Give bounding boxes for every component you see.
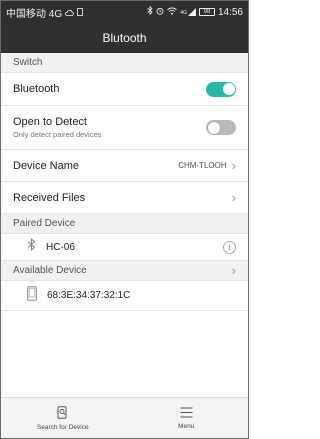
bluetooth-icon <box>27 237 36 256</box>
info-icon[interactable]: i <box>223 240 236 254</box>
paired-device-name: HC-06 <box>46 241 75 253</box>
received-files-row[interactable]: Received Files › <box>1 182 248 214</box>
available-device-name: 68:3E:34:37:32:1C <box>47 290 131 301</box>
section-header-switch: Switch <box>1 53 248 73</box>
open-to-detect-toggle[interactable] <box>206 120 236 135</box>
section-label: Switch <box>13 57 43 68</box>
open-to-detect-row[interactable]: Open to Detect Only detect paired device… <box>1 106 248 150</box>
available-device-row[interactable]: 68:3E:34:37:32:1C <box>1 281 248 311</box>
search-device-icon <box>57 405 68 421</box>
section-header-available[interactable]: Available Device › <box>1 261 248 281</box>
title-bar: Blutooth <box>1 23 248 53</box>
network-type-label: 4G <box>180 10 187 16</box>
search-for-device-label: Search for Device <box>36 423 89 431</box>
phone-icon <box>27 285 37 306</box>
battery-level: 98 <box>203 9 211 15</box>
bluetooth-label: Bluetooth <box>13 83 60 95</box>
wifi-icon <box>167 7 178 18</box>
alarm-icon <box>156 7 164 18</box>
sim-icon <box>77 8 84 16</box>
chevron-right-icon: › <box>231 190 236 205</box>
search-for-device-button[interactable]: Search for Device <box>1 398 125 438</box>
status-bar: 中国移动 4G 4G 98 14:56 <box>1 1 248 23</box>
section-header-paired: Paired Device <box>1 214 248 234</box>
clock: 14:56 <box>217 6 243 18</box>
bluetooth-toggle[interactable] <box>206 81 236 97</box>
toggle-knob <box>222 83 235 95</box>
bluetooth-row[interactable]: Bluetooth <box>1 73 248 106</box>
battery-icon: 98 <box>198 8 215 16</box>
menu-icon <box>180 406 193 420</box>
device-name-row[interactable]: Device Name CHM-TLOOH › <box>1 150 248 182</box>
page-title: Blutooth <box>102 31 147 45</box>
section-label: Paired Device <box>13 218 76 229</box>
menu-label: Menu <box>178 422 195 430</box>
cloud-icon <box>65 9 74 16</box>
paired-device-row[interactable]: HC-06 i <box>1 234 248 261</box>
bluetooth-status-icon <box>147 5 153 18</box>
menu-button[interactable]: Menu <box>125 398 249 438</box>
chevron-right-icon: › <box>231 263 236 278</box>
device-name-value: CHM-TLOOH <box>178 161 227 170</box>
signal-icon: 4G <box>180 8 196 16</box>
section-label: Available Device <box>13 265 87 276</box>
chevron-right-icon: › <box>231 158 236 173</box>
settings-list: Switch Bluetooth Open to Detect Only det… <box>1 53 248 397</box>
toggle-knob <box>207 121 220 134</box>
bottom-toolbar: Search for Device Menu <box>1 397 248 438</box>
open-to-detect-sublabel: Only detect paired devices <box>13 130 102 139</box>
device-name-label: Device Name <box>13 159 80 172</box>
received-files-label: Received Files <box>13 191 86 204</box>
open-to-detect-label: Open to Detect <box>13 116 87 128</box>
carrier-label: 中国移动 4G <box>6 8 63 20</box>
phone-screen: 中国移动 4G 4G 98 14:56 Blutooth Switch Blue… <box>0 0 249 439</box>
